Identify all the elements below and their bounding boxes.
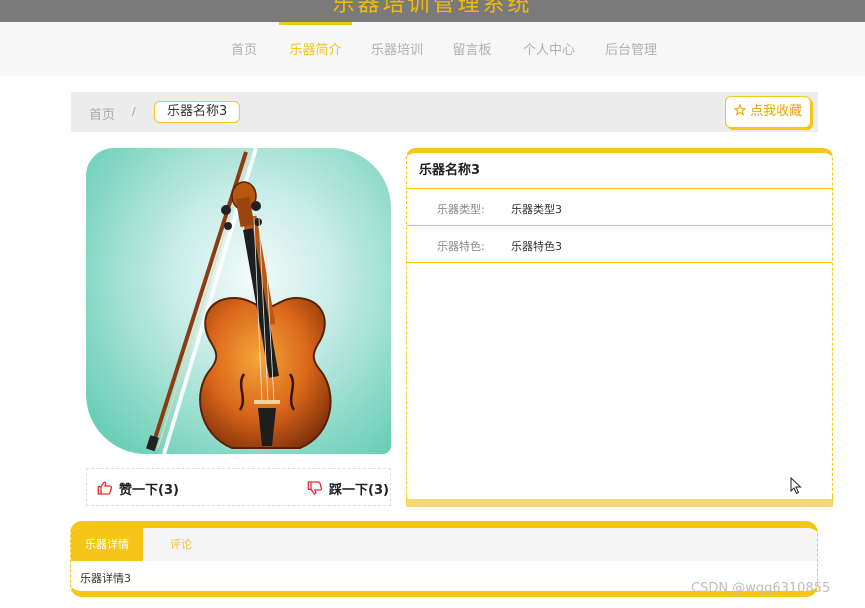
tab-comments[interactable]: 评论 <box>143 528 219 561</box>
favorite-button-label: 点我收藏 <box>750 104 803 119</box>
watermark: CSDN @wqq6310855 <box>691 581 831 596</box>
detail-content: 乐器详情3 <box>80 572 131 585</box>
nav-item-personal-center[interactable]: 个人中心 <box>518 22 580 76</box>
violin-image <box>146 148 332 454</box>
tab-instrument-detail[interactable]: 乐器详情 <box>71 528 143 561</box>
breadcrumb: 首页 / 乐器名称3 点我收藏 <box>71 92 818 132</box>
mouse-cursor-icon <box>790 477 802 495</box>
title-bar: 乐器培训管理系统 <box>0 0 865 22</box>
nav-item-admin[interactable]: 后台管理 <box>600 22 662 76</box>
thumbs-down-icon <box>307 481 323 495</box>
vote-bar: 赞一下(3) 踩一下(3) <box>86 468 391 506</box>
product-info-card: 乐器名称3 乐器类型: 乐器类型3 乐器特色: 乐器特色3 <box>406 148 833 507</box>
dislike-button[interactable]: 踩一下(3) <box>307 469 389 507</box>
favorite-button[interactable]: 点我收藏 <box>725 96 811 128</box>
star-outline-icon <box>733 103 747 116</box>
like-label: 赞一下(3) <box>119 482 179 498</box>
field-label-type: 乐器类型: <box>437 203 485 216</box>
like-button[interactable]: 赞一下(3) <box>97 469 179 507</box>
field-row-type: 乐器类型: 乐器类型3 <box>407 189 832 226</box>
breadcrumb-separator: / <box>132 105 136 118</box>
main-nav: 首页 乐器简介 乐器培训 留言板 个人中心 后台管理 <box>0 22 865 76</box>
detail-tab-strip: 乐器详情 评论 <box>71 528 817 561</box>
thumbs-up-icon <box>97 481 113 495</box>
nav-item-message-board[interactable]: 留言板 <box>446 22 498 76</box>
system-title: 乐器培训管理系统 <box>332 0 533 17</box>
nav-item-instrument-intro[interactable]: 乐器简介 <box>279 22 352 76</box>
product-name: 乐器名称3 <box>407 153 832 189</box>
field-value-feature: 乐器特色3 <box>511 240 562 253</box>
field-label-feature: 乐器特色: <box>437 240 485 253</box>
field-value-type: 乐器类型3 <box>511 203 562 216</box>
field-row-feature: 乐器特色: 乐器特色3 <box>407 226 832 263</box>
nav-item-instrument-training[interactable]: 乐器培训 <box>366 22 428 76</box>
product-image <box>86 148 391 454</box>
dislike-label: 踩一下(3) <box>329 482 389 498</box>
breadcrumb-home-link[interactable]: 首页 <box>89 104 115 123</box>
breadcrumb-current: 乐器名称3 <box>154 101 241 123</box>
nav-item-home[interactable]: 首页 <box>218 22 270 76</box>
